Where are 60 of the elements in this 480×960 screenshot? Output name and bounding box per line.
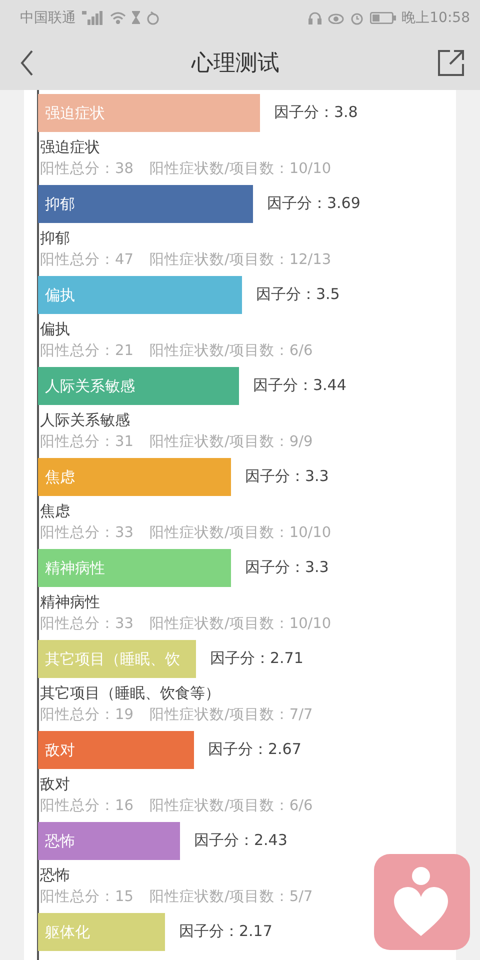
factor-bar: 焦虑 — [38, 458, 231, 496]
factor-score: 因子分：2.67 — [208, 740, 302, 759]
positive-total: 阳性总分：38 — [40, 160, 134, 179]
alarm-icon — [350, 10, 364, 24]
page-title: 心理测试 — [192, 50, 280, 78]
factor-score: 因子分：3.8 — [274, 103, 358, 122]
factor-score: 因子分：3.44 — [253, 376, 346, 395]
factor-bar: 其它项目（睡眠、饮 — [38, 640, 196, 678]
signal-icon — [82, 10, 104, 24]
positive-total: 阳性总分：31 — [40, 433, 134, 452]
factor-name: 人际关系敏感 — [39, 410, 131, 431]
symptom-ratio: 阳性症状数/项目数：10/10 — [149, 615, 332, 634]
positive-total: 阳性总分：19 — [40, 706, 134, 725]
symptom-ratio: 阳性症状数/项目数：9/9 — [149, 433, 313, 452]
symptom-ratio: 阳性症状数/项目数：10/10 — [149, 160, 332, 179]
symptom-ratio: 阳性症状数/项目数：6/6 — [149, 342, 313, 361]
factor-score: 因子分：3.69 — [267, 194, 360, 213]
factor-score: 因子分：3.3 — [245, 558, 329, 577]
factor-name: 敌对 — [39, 774, 71, 795]
factor-name: 强迫症状 — [39, 137, 101, 158]
symptom-ratio: 阳性症状数/项目数：12/13 — [149, 251, 332, 270]
symptom-ratio: 阳性症状数/项目数：5/7 — [149, 888, 313, 907]
positive-total: 阳性总分：33 — [40, 524, 134, 543]
factor-name: 抑郁 — [39, 228, 71, 249]
factor-name: 恐怖 — [39, 865, 71, 886]
positive-total: 阳性总分：47 — [40, 251, 134, 270]
positive-total: 阳性总分：21 — [40, 342, 134, 361]
factor-name: 偏执 — [39, 319, 71, 340]
positive-total: 阳性总分：16 — [40, 797, 134, 816]
factor-name: 精神病性 — [39, 592, 101, 613]
factor-name: 焦虑 — [39, 501, 71, 522]
swirl-icon — [146, 10, 160, 24]
battery-icon — [370, 12, 396, 24]
factor-bar: 强迫症状 — [38, 94, 260, 132]
factor-score: 因子分：2.43 — [194, 831, 288, 850]
factor-bar: 敌对 — [38, 731, 194, 769]
share-icon[interactable] — [437, 48, 465, 76]
positive-total: 阳性总分：15 — [40, 888, 134, 907]
carrier-name: 中国联通 — [20, 8, 76, 26]
symptom-ratio: 阳性症状数/项目数：6/6 — [149, 797, 313, 816]
factor-name: 其它项目（睡眠、饮食等） — [39, 683, 221, 704]
factor-bar: 偏执 — [38, 276, 242, 314]
factor-bar: 躯体化 — [38, 913, 165, 951]
wifi-icon — [110, 11, 126, 24]
factor-score: 因子分：3.5 — [256, 285, 340, 304]
factor-bar: 人际关系敏感 — [38, 367, 239, 405]
headset-icon — [308, 10, 322, 24]
factor-score: 因子分：3.3 — [245, 467, 329, 486]
factor-bar: 精神病性 — [38, 549, 231, 587]
factor-bar: 恐怖 — [38, 822, 180, 860]
positive-total: 阳性总分：33 — [40, 615, 134, 634]
eye-icon — [328, 12, 344, 24]
hourglass-icon — [132, 11, 140, 24]
symptom-ratio: 阳性症状数/项目数：10/10 — [149, 524, 332, 543]
factor-score: 因子分：2.71 — [210, 649, 304, 668]
factor-score: 因子分：2.17 — [179, 922, 272, 941]
symptom-ratio: 阳性症状数/项目数：7/7 — [149, 706, 313, 725]
clock-time: 晚上10:58 — [402, 8, 470, 26]
back-icon[interactable] — [20, 50, 34, 76]
factor-bar: 抑郁 — [38, 185, 253, 223]
